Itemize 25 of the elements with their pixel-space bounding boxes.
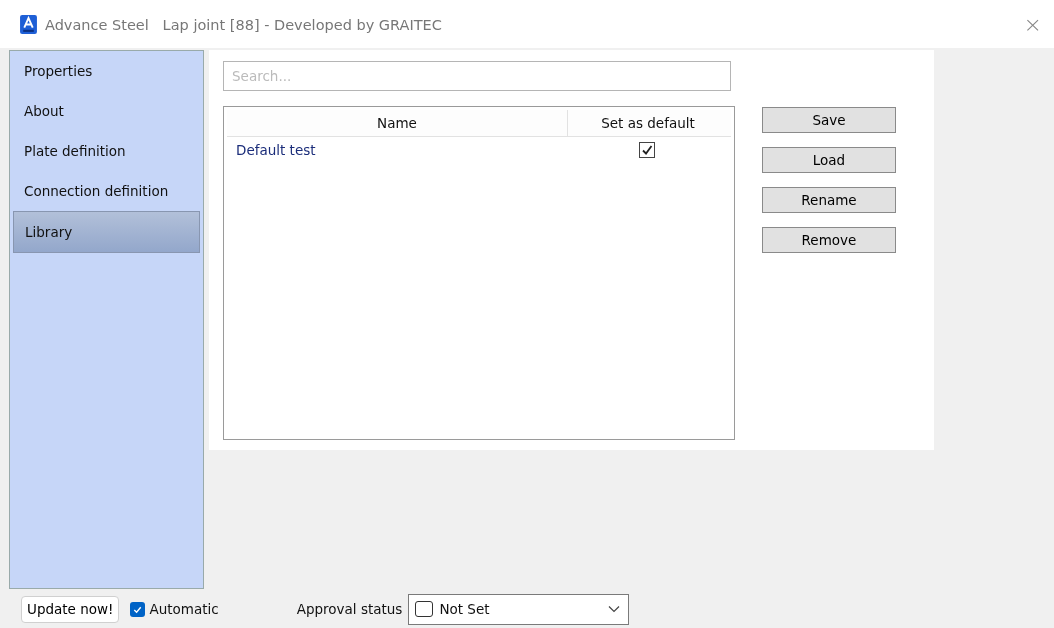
caret-icon — [608, 605, 621, 613]
search-field[interactable]: Search... — [223, 61, 731, 91]
approval-label: Approval status — [296, 601, 403, 617]
action-button[interactable]: Save — [762, 107, 896, 133]
app-logo-icon — [20, 15, 37, 34]
sidebar-item[interactable]: Connection definition — [13, 171, 200, 211]
table-cell-text: Default test — [235, 142, 317, 158]
sidebar-item[interactable]: About — [13, 91, 200, 131]
sidebar-item[interactable]: Library — [13, 211, 200, 253]
sidebar-item[interactable]: Properties — [13, 51, 200, 91]
sidebar-item[interactable]: Plate definition — [13, 131, 200, 171]
column-header[interactable]: Set as default — [567, 110, 728, 136]
action-button[interactable]: Rename — [762, 187, 896, 213]
close-button[interactable]: × — [1023, 12, 1042, 37]
action-button[interactable]: Load — [762, 147, 896, 173]
checkbox-label: Automatic — [149, 601, 219, 617]
checkbox[interactable] — [130, 601, 146, 617]
update-button[interactable]: Update now! — [21, 595, 120, 623]
checkbox[interactable] — [639, 142, 655, 158]
check-icon — [641, 144, 653, 156]
column-header[interactable]: Name — [227, 110, 567, 136]
approval-dropdown[interactable]: Not Set — [408, 593, 630, 625]
window-title: Advance Steel Lap joint [88] - Developed by GRAITEC — [45, 16, 443, 33]
swatch-icon — [415, 601, 434, 617]
action-button[interactable]: Remove — [762, 227, 896, 253]
